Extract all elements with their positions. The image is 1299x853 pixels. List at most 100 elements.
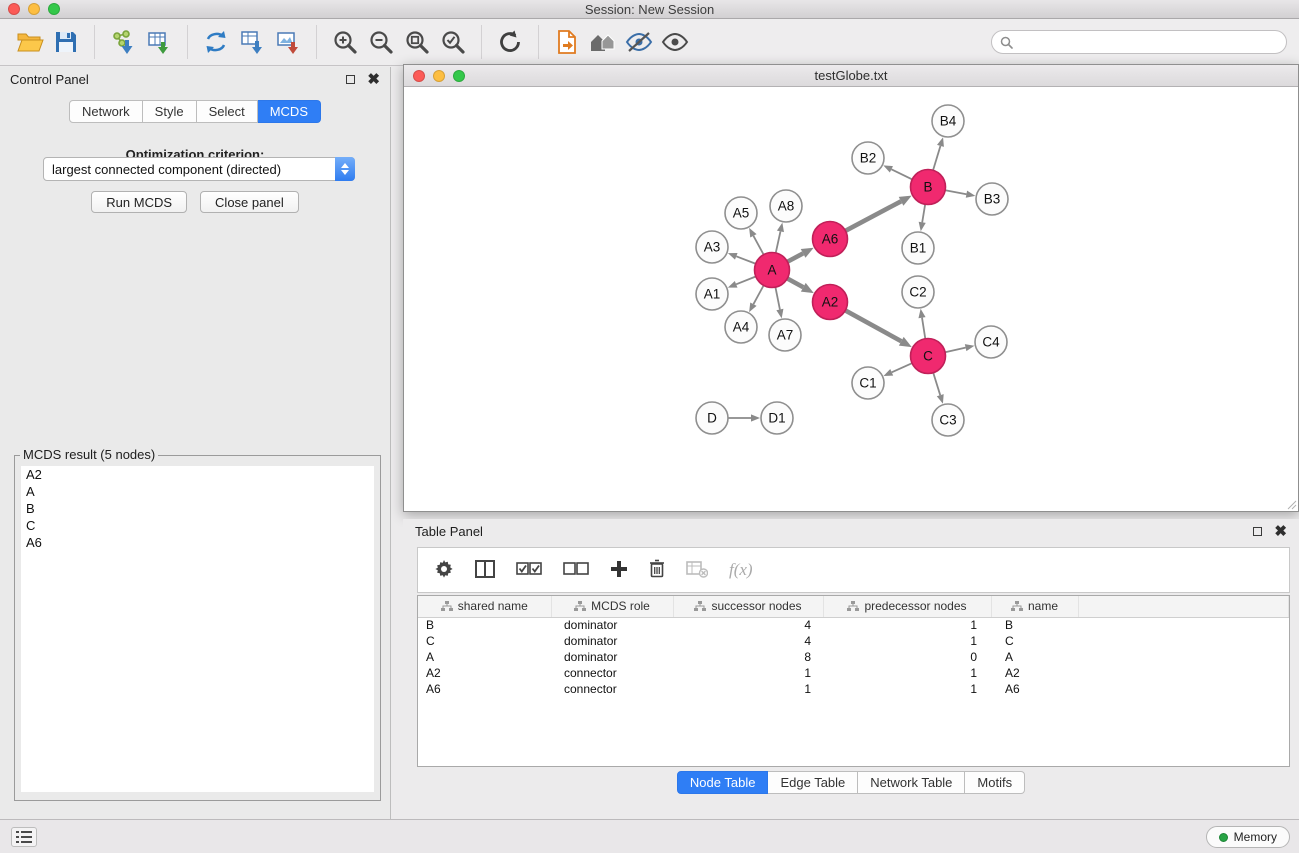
table-cell[interactable]: 1: [823, 665, 991, 681]
table-cell[interactable]: 1: [823, 681, 991, 697]
tab-edge-table[interactable]: Edge Table: [768, 771, 858, 794]
graph-edge-B-B4[interactable]: [933, 146, 940, 170]
close-table-panel-icon[interactable]: ✖: [1274, 524, 1287, 539]
table-cell[interactable]: A: [991, 649, 1078, 665]
graph-edge-A-A4[interactable]: [753, 285, 763, 304]
graph-edge-B-B3[interactable]: [945, 190, 966, 194]
function-builder-button[interactable]: f(x): [729, 560, 753, 580]
zoom-out-button[interactable]: [363, 23, 399, 61]
delete-column-button[interactable]: [649, 559, 665, 581]
table-settings-button[interactable]: [434, 559, 454, 582]
search-input[interactable]: [1018, 35, 1278, 49]
column-header-name[interactable]: name: [991, 596, 1078, 617]
create-column-button[interactable]: [610, 560, 628, 581]
tab-select[interactable]: Select: [197, 100, 258, 123]
table-cell[interactable]: B: [991, 617, 1078, 633]
tab-motifs[interactable]: Motifs: [965, 771, 1025, 794]
zoom-selected-button[interactable]: [435, 23, 471, 61]
table-cell[interactable]: connector: [551, 665, 673, 681]
result-item[interactable]: A6: [21, 534, 374, 551]
select-all-button[interactable]: [516, 562, 542, 579]
open-session-button[interactable]: [12, 23, 48, 61]
graph-edge-B-B2[interactable]: [891, 169, 912, 179]
table-cell[interactable]: C: [991, 633, 1078, 649]
network-window-titlebar[interactable]: testGlobe.txt: [404, 65, 1298, 87]
float-table-panel-icon[interactable]: [1253, 527, 1262, 536]
resize-grip-icon[interactable]: [1285, 498, 1297, 510]
table-cell[interactable]: 1: [823, 633, 991, 649]
table-row[interactable]: A6connector11A6: [418, 681, 1289, 697]
graph-edge-A-A1[interactable]: [736, 276, 756, 284]
table-row[interactable]: Adominator80A: [418, 649, 1289, 665]
table-cell[interactable]: A2: [418, 665, 551, 681]
graph-edge-C-C4[interactable]: [945, 348, 966, 353]
table-cell[interactable]: B: [418, 617, 551, 633]
open-panel-button[interactable]: [549, 23, 585, 61]
search-field[interactable]: [991, 30, 1287, 54]
graph-edge-A6-B[interactable]: [845, 201, 901, 231]
table-cell[interactable]: 8: [673, 649, 823, 665]
mcds-result-list[interactable]: A2ABCA6: [21, 466, 374, 792]
graph-edge-A-A8[interactable]: [776, 231, 781, 253]
result-item[interactable]: C: [21, 517, 374, 534]
import-network-from-file-button[interactable]: [105, 23, 141, 61]
table-cell[interactable]: 0: [823, 649, 991, 665]
table-cell[interactable]: 1: [823, 617, 991, 633]
delete-table-button[interactable]: [686, 560, 708, 581]
new-network-button[interactable]: [198, 23, 234, 61]
tab-mcds[interactable]: MCDS: [258, 100, 321, 123]
graph-edge-B-B1[interactable]: [922, 204, 925, 222]
command-console-button[interactable]: [11, 827, 37, 847]
table-cell[interactable]: C: [418, 633, 551, 649]
table-row[interactable]: Cdominator41C: [418, 633, 1289, 649]
table-cell[interactable]: 4: [673, 633, 823, 649]
node-table[interactable]: shared name MCDS role successor nodes pr…: [417, 595, 1290, 767]
save-session-button[interactable]: [48, 23, 84, 61]
table-row[interactable]: Bdominator41B: [418, 617, 1289, 633]
graph-edge-A-A6[interactable]: [787, 253, 803, 261]
refresh-view-button[interactable]: [492, 23, 528, 61]
table-cell[interactable]: dominator: [551, 633, 673, 649]
tab-style[interactable]: Style: [143, 100, 197, 123]
result-item[interactable]: A: [21, 483, 374, 500]
close-panel-icon[interactable]: ✖: [367, 72, 380, 87]
graph-edge-C-C3[interactable]: [933, 373, 940, 395]
graph-edge-A-A5[interactable]: [753, 236, 763, 255]
result-item[interactable]: A2: [21, 466, 374, 483]
export-image-button[interactable]: [270, 23, 306, 61]
hide-graphics-button[interactable]: [621, 23, 657, 61]
result-item[interactable]: B: [21, 500, 374, 517]
table-cell[interactable]: A2: [991, 665, 1078, 681]
deselect-all-button[interactable]: [563, 562, 589, 579]
table-cell[interactable]: A: [418, 649, 551, 665]
tab-node-table[interactable]: Node Table: [677, 771, 769, 794]
table-cell[interactable]: 1: [673, 665, 823, 681]
column-header-mcds-role[interactable]: MCDS role: [551, 596, 673, 617]
table-cell[interactable]: 1: [673, 681, 823, 697]
table-cell[interactable]: dominator: [551, 617, 673, 633]
table-cell[interactable]: connector: [551, 681, 673, 697]
column-header-successor-nodes[interactable]: successor nodes: [673, 596, 823, 617]
run-mcds-button[interactable]: Run MCDS: [91, 191, 187, 213]
close-panel-button[interactable]: Close panel: [200, 191, 299, 213]
zoom-in-button[interactable]: [327, 23, 363, 61]
home-view-button[interactable]: [585, 23, 621, 61]
criterion-dropdown[interactable]: largest connected component (directed): [43, 157, 355, 181]
graph-edge-A2-C[interactable]: [845, 310, 901, 341]
column-header-shared-name[interactable]: shared name: [418, 596, 551, 617]
float-panel-icon[interactable]: [346, 75, 355, 84]
table-row[interactable]: A2connector11A2: [418, 665, 1289, 681]
network-graph[interactable]: B4B2BB3A5A8A6B1A3AC2A1A2A4A7C4CC1C3DD1: [404, 87, 1298, 511]
graph-edge-A-A3[interactable]: [736, 256, 755, 263]
show-columns-button[interactable]: [475, 560, 495, 581]
tab-network-table[interactable]: Network Table: [858, 771, 965, 794]
graph-edge-A-A7[interactable]: [775, 287, 779, 309]
table-cell[interactable]: 4: [673, 617, 823, 633]
graph-edge-C-C1[interactable]: [892, 363, 912, 372]
network-canvas[interactable]: B4B2BB3A5A8A6B1A3AC2A1A2A4A7C4CC1C3DD1: [404, 87, 1298, 511]
table-cell[interactable]: A6: [991, 681, 1078, 697]
show-graphics-button[interactable]: [657, 23, 693, 61]
import-table-from-file-button[interactable]: [141, 23, 177, 61]
zoom-fit-button[interactable]: [399, 23, 435, 61]
memory-indicator[interactable]: Memory: [1206, 826, 1290, 848]
